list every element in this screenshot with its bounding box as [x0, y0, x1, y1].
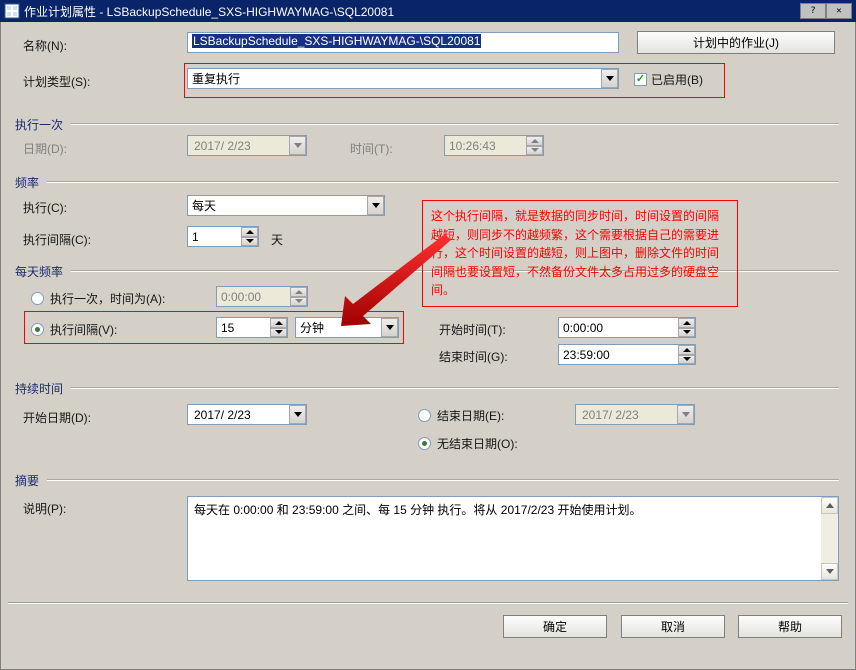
once-label: 执行一次，时间为(A): — [50, 290, 165, 307]
description-value: 每天在 0:00:00 和 23:59:00 之间、每 15 分钟 执行。将从 … — [194, 503, 642, 517]
onetime-time-label: 时间(T): — [350, 140, 393, 157]
repeat-unit-value: 分钟 — [300, 319, 324, 336]
recurs-unit: 天 — [271, 231, 283, 248]
scroll-down-icon[interactable] — [821, 563, 838, 580]
dropdown-icon[interactable] — [381, 318, 398, 337]
duration-group-title: 持续时间 — [15, 380, 63, 397]
repeat-label: 执行间隔(V): — [50, 321, 117, 338]
onetime-time: 10:26:43 — [444, 135, 544, 156]
onetime-date-label: 日期(D): — [23, 140, 67, 157]
spin-up-icon[interactable] — [678, 345, 695, 355]
close-button[interactable]: ✕ — [826, 3, 852, 19]
spin-up-icon[interactable] — [241, 227, 258, 237]
occurs-value: 每天 — [192, 197, 216, 214]
end-time-spin[interactable]: 23:59:00 — [558, 344, 696, 365]
summary-group-title: 摘要 — [15, 472, 39, 489]
start-date-label: 开始日期(D): — [23, 409, 91, 426]
spin-down-icon[interactable] — [678, 328, 695, 338]
spin-up-icon[interactable] — [270, 318, 287, 328]
occurs-label: 执行(C): — [23, 199, 67, 216]
cancel-button[interactable]: 取消 — [621, 615, 725, 638]
help-button[interactable]: 帮助 — [738, 615, 842, 638]
repeat-unit-combo[interactable]: 分钟 — [295, 317, 399, 338]
name-input[interactable]: LSBackupSchedule_SXS-HIGHWAYMAG-\SQL2008… — [192, 34, 481, 48]
once-time-spin: 0:00:00 — [216, 286, 308, 307]
spin-down-icon[interactable] — [241, 237, 258, 247]
enddate-radio[interactable] — [418, 409, 431, 422]
jobs-in-schedule-button[interactable]: 计划中的作业(J) — [637, 31, 835, 54]
ok-button[interactable]: 确定 — [503, 615, 607, 638]
recurs-label: 执行间隔(C): — [23, 231, 91, 248]
once-time-value: 0:00:00 — [221, 290, 261, 304]
end-time-label: 结束时间(G): — [439, 348, 508, 365]
dropdown-icon — [289, 136, 306, 155]
frequency-group-title: 频率 — [15, 174, 39, 191]
end-date: 2017/ 2/23 — [575, 404, 695, 425]
dropdown-icon[interactable] — [367, 196, 384, 215]
start-time-value: 0:00:00 — [563, 321, 603, 335]
window-title: 作业计划属性 - LSBackupSchedule_SXS-HIGHWAYMAG… — [24, 3, 800, 20]
spin-up-icon[interactable] — [678, 318, 695, 328]
end-time-value: 23:59:00 — [563, 348, 610, 362]
name-label: 名称(N): — [23, 37, 67, 54]
titlebar: 作业计划属性 - LSBackupSchedule_SXS-HIGHWAYMAG… — [0, 0, 856, 22]
noenddate-radio[interactable] — [418, 437, 431, 450]
noenddate-label: 无结束日期(O): — [437, 435, 518, 452]
description-label: 说明(P): — [23, 500, 66, 517]
onetime-time-value: 10:26:43 — [449, 139, 496, 153]
schedule-type-label: 计划类型(S): — [23, 73, 90, 90]
end-date-value: 2017/ 2/23 — [582, 408, 639, 422]
once-radio[interactable] — [31, 292, 44, 305]
window-controls: ? ✕ — [800, 3, 852, 19]
scroll-up-icon[interactable] — [821, 497, 838, 514]
onetime-date: 2017/ 2/23 — [187, 135, 307, 156]
daily-freq-group-title: 每天频率 — [15, 263, 63, 280]
dropdown-icon[interactable] — [601, 69, 618, 88]
repeat-value: 15 — [221, 321, 234, 335]
enabled-checkbox[interactable] — [634, 73, 647, 86]
recurs-value: 1 — [192, 230, 199, 244]
start-date-value: 2017/ 2/23 — [194, 408, 251, 422]
dropdown-icon[interactable] — [289, 405, 306, 424]
recurs-spin[interactable]: 1 — [187, 226, 259, 247]
annotation-text: 这个执行间隔，就是数据的同步时间，时间设置的间隔越短，则同步不的越频繁，这个需要… — [422, 200, 738, 307]
repeat-radio[interactable] — [31, 323, 44, 336]
client: 名称(N): LSBackupSchedule_SXS-HIGHWAYMAG-\… — [0, 22, 856, 670]
enddate-label: 结束日期(E): — [437, 407, 504, 424]
dropdown-icon — [677, 405, 694, 424]
scrollbar[interactable] — [821, 497, 838, 580]
spin-down-icon[interactable] — [270, 328, 287, 338]
onetime-date-value: 2017/ 2/23 — [194, 139, 251, 153]
onetime-group-title: 执行一次 — [15, 116, 63, 133]
repeat-value-spin[interactable]: 15 — [216, 317, 288, 338]
start-date[interactable]: 2017/ 2/23 — [187, 404, 307, 425]
schedule-type-value: 重复执行 — [192, 70, 240, 87]
start-time-spin[interactable]: 0:00:00 — [558, 317, 696, 338]
help-button[interactable]: ? — [800, 3, 826, 19]
start-time-label: 开始时间(T): — [439, 321, 506, 338]
schedule-type-combo[interactable]: 重复执行 — [187, 68, 619, 89]
description-textarea[interactable]: 每天在 0:00:00 和 23:59:00 之间、每 15 分钟 执行。将从 … — [187, 496, 839, 581]
occurs-combo[interactable]: 每天 — [187, 195, 385, 216]
enabled-label: 已启用(B) — [651, 71, 703, 88]
window-icon — [4, 3, 20, 19]
spin-down-icon[interactable] — [678, 355, 695, 365]
